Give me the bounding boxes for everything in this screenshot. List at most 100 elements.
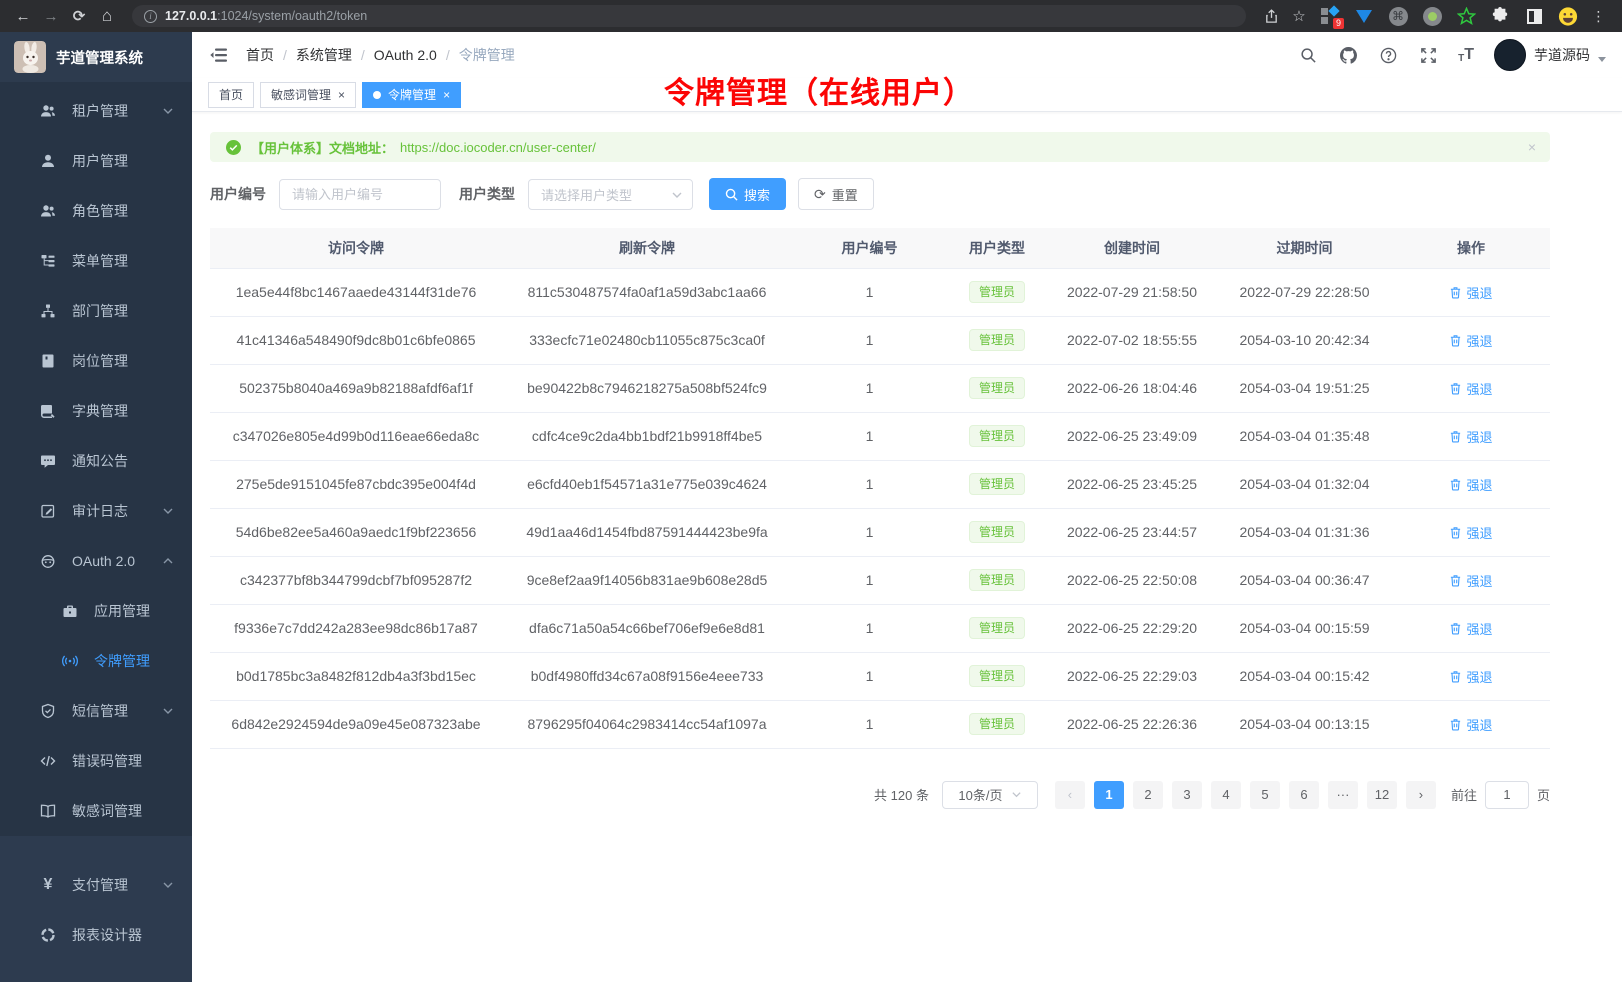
main-panel: 令牌管理（在线用户） 首页/系统管理/OAuth 2.0/令牌管理 — [192, 32, 1622, 982]
user-id-input[interactable] — [279, 179, 441, 210]
force-logout-button[interactable]: 强退 — [1449, 667, 1492, 686]
page-buttons: 123456···12 — [1094, 781, 1397, 809]
sidebar-item-短信管理[interactable]: 短信管理 — [0, 686, 192, 736]
puzzle-extension-icon[interactable] — [1490, 6, 1510, 26]
page-button-4[interactable]: 4 — [1211, 781, 1241, 809]
sidebar-item-错误码管理[interactable]: 错误码管理 — [0, 736, 192, 786]
user-type-cell: 管理员 — [947, 412, 1047, 460]
tab-敏感词管理[interactable]: 敏感词管理× — [260, 82, 356, 108]
force-logout-label: 强退 — [1466, 667, 1492, 686]
next-page-button[interactable]: › — [1406, 781, 1436, 809]
page-ellipsis[interactable]: ··· — [1328, 781, 1358, 809]
force-logout-button[interactable]: 强退 — [1449, 331, 1492, 350]
sidebar-item-支付管理[interactable]: ¥支付管理 — [0, 860, 192, 910]
prev-page-button[interactable]: ‹ — [1055, 781, 1085, 809]
sidebar-item-菜单管理[interactable]: 菜单管理 — [0, 236, 192, 286]
force-logout-button[interactable]: 强退 — [1449, 715, 1492, 734]
sidebar-item-用户管理[interactable]: 用户管理 — [0, 136, 192, 186]
breadcrumb-item[interactable]: 首页 — [246, 45, 274, 65]
org-icon — [40, 303, 56, 319]
page-button-1[interactable]: 1 — [1094, 781, 1124, 809]
access-token-cell: c342377bf8b344799dcbf7bf095287f2 — [210, 556, 502, 604]
sidebar-item-租户管理[interactable]: 租户管理 — [0, 86, 192, 136]
page-size-select[interactable]: 10条/页 — [942, 781, 1038, 809]
site-info-icon[interactable]: i — [144, 10, 157, 23]
sidebar-item-报表设计器[interactable]: 报表设计器 — [0, 910, 192, 960]
page-unit-label: 页 — [1537, 785, 1550, 804]
search-button[interactable]: 搜索 — [709, 178, 786, 210]
sidebar-item-令牌管理[interactable]: 令牌管理 — [0, 636, 192, 686]
sidebar-item-应用管理[interactable]: 应用管理 — [0, 586, 192, 636]
breadcrumb-separator: / — [446, 47, 450, 63]
reset-button[interactable]: ⟳ 重置 — [798, 178, 874, 210]
page-button-6[interactable]: 6 — [1289, 781, 1319, 809]
trash-icon — [1449, 334, 1462, 347]
share-icon[interactable] — [1258, 3, 1284, 29]
forward-icon[interactable]: → — [38, 3, 64, 29]
sidebar-item-部门管理[interactable]: 部门管理 — [0, 286, 192, 336]
fullscreen-icon[interactable] — [1418, 45, 1438, 65]
create-time-cell: 2022-07-02 18:55:55 — [1047, 316, 1217, 364]
help-icon[interactable] — [1378, 45, 1398, 65]
page-button-3[interactable]: 3 — [1172, 781, 1202, 809]
sidebar-item-字典管理[interactable]: 字典管理 — [0, 386, 192, 436]
column-header: 访问令牌 — [210, 228, 502, 268]
sidebar-item-敏感词管理[interactable]: 敏感词管理 — [0, 786, 192, 836]
sidebar-menu: 租户管理用户管理角色管理菜单管理部门管理岗位管理字典管理通知公告审计日志OAut… — [0, 82, 192, 836]
force-logout-button[interactable]: 强退 — [1449, 523, 1492, 542]
log-icon — [40, 503, 56, 519]
sidebar-item-label: 部门管理 — [72, 301, 128, 321]
expire-time-cell: 2054-03-04 00:36:47 — [1217, 556, 1392, 604]
goto-page-input[interactable] — [1485, 781, 1529, 809]
bookmark-star-icon[interactable]: ☆ — [1286, 3, 1312, 29]
sidebar-fold-icon[interactable] — [208, 44, 230, 66]
sidebar-item-OAuth 2.0[interactable]: OAuth 2.0 — [0, 536, 192, 586]
user-menu[interactable]: 芋道源码 — [1494, 39, 1606, 71]
column-header: 刷新令牌 — [502, 228, 792, 268]
github-icon[interactable] — [1338, 45, 1358, 65]
back-icon[interactable]: ← — [10, 3, 36, 29]
column-header: 操作 — [1392, 228, 1550, 268]
force-logout-button[interactable]: 强退 — [1449, 571, 1492, 590]
search-icon[interactable] — [1298, 45, 1318, 65]
tab-令牌管理[interactable]: 令牌管理× — [362, 82, 461, 108]
page-button-2[interactable]: 2 — [1133, 781, 1163, 809]
star-extension-icon[interactable] — [1456, 6, 1476, 26]
url-text: 127.0.0.1:1024/system/oauth2/token — [165, 9, 367, 23]
table-row: c342377bf8b344799dcbf7bf095287f29ce8ef2a… — [210, 556, 1550, 604]
address-bar[interactable]: i 127.0.0.1:1024/system/oauth2/token — [132, 5, 1246, 27]
user-type-select[interactable]: 请选择用户类型 — [528, 179, 693, 210]
reload-icon[interactable]: ⟳ — [66, 3, 92, 29]
sidebar-logo[interactable]: 芋道管理系统 — [0, 32, 192, 82]
tab-首页[interactable]: 首页 — [208, 82, 254, 108]
force-logout-button[interactable]: 强退 — [1449, 427, 1492, 446]
force-logout-button[interactable]: 强退 — [1449, 619, 1492, 638]
font-size-icon[interactable]: TT — [1458, 46, 1474, 64]
breadcrumb-item[interactable]: 系统管理 — [296, 45, 352, 65]
extensions-group: 9 ⌘ — [1320, 6, 1578, 26]
sidebar-item-审计日志[interactable]: 审计日志 — [0, 486, 192, 536]
sidebar: 芋道管理系统 租户管理用户管理角色管理菜单管理部门管理岗位管理字典管理通知公告审… — [0, 32, 192, 982]
doc-link[interactable]: https://doc.iocoder.cn/user-center/ — [400, 140, 596, 155]
extension-grid-icon[interactable]: 9 — [1320, 6, 1340, 26]
sidebar-item-通知公告[interactable]: 通知公告 — [0, 436, 192, 486]
recorder-extension-icon[interactable] — [1422, 6, 1442, 26]
sidebar-item-角色管理[interactable]: 角色管理 — [0, 186, 192, 236]
gem-extension-icon[interactable] — [1354, 6, 1374, 26]
command-extension-icon[interactable]: ⌘ — [1388, 6, 1408, 26]
browser-menu-icon[interactable]: ⋮ — [1586, 3, 1612, 29]
force-logout-button[interactable]: 强退 — [1449, 379, 1492, 398]
page-size-value: 10条/页 — [958, 785, 1002, 804]
sidebar-item-岗位管理[interactable]: 岗位管理 — [0, 336, 192, 386]
alert-close-icon[interactable]: × — [1528, 139, 1536, 155]
breadcrumb-item[interactable]: OAuth 2.0 — [374, 47, 437, 63]
force-logout-button[interactable]: 强退 — [1449, 283, 1492, 302]
home-icon[interactable]: ⌂ — [94, 3, 120, 29]
page-button-12[interactable]: 12 — [1367, 781, 1397, 809]
page-button-5[interactable]: 5 — [1250, 781, 1280, 809]
force-logout-button[interactable]: 强退 — [1449, 475, 1492, 494]
profile-emoji-avatar[interactable] — [1558, 6, 1578, 26]
tab-close-icon[interactable]: × — [338, 88, 345, 102]
tab-close-icon[interactable]: × — [443, 88, 450, 102]
split-view-icon[interactable] — [1524, 6, 1544, 26]
